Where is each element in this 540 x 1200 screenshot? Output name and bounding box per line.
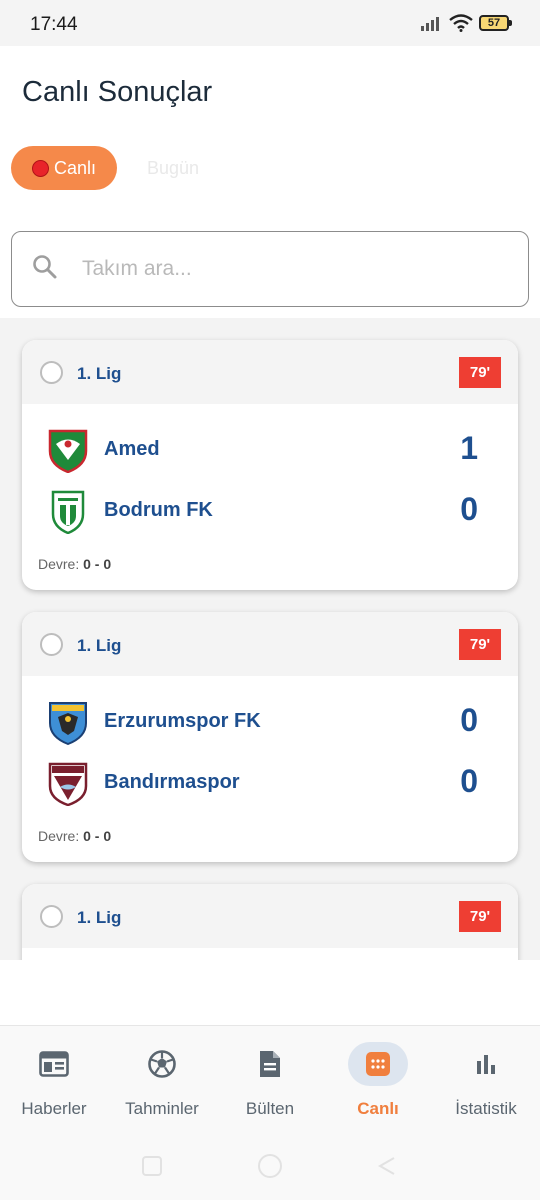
halftime-score: Devre: 0 - 0 <box>38 828 111 844</box>
live-dot-icon <box>31 159 49 177</box>
system-nav-bar <box>0 1140 540 1200</box>
tab-live-label: Canlı <box>53 157 97 178</box>
away-team-name: Bodrum FK <box>104 499 213 521</box>
soccer-ball-icon <box>148 1050 176 1078</box>
match-card-header: 1. Lig 79' <box>22 612 518 676</box>
live-grid-icon <box>366 1052 390 1076</box>
amed-logo-icon <box>48 429 88 473</box>
favorite-radio[interactable] <box>40 361 63 384</box>
news-icon <box>39 1051 69 1077</box>
status-time: 17:44 <box>30 14 78 35</box>
home-team-name: Erzurumspor FK <box>104 710 261 732</box>
home-team-name: Amed <box>104 438 160 460</box>
recents-icon[interactable] <box>140 1154 164 1178</box>
match-minute-badge: 79' <box>459 629 501 660</box>
team-row-home: Amed 1 <box>22 424 518 474</box>
match-card-header: 1. Lig 79' <box>22 884 518 948</box>
match-card[interactable]: 1. Lig 79' Erzurumspor FK 0 Bandırmaspor… <box>22 612 518 862</box>
league-name: 1. Lig <box>77 364 122 383</box>
favorite-radio[interactable] <box>40 633 63 656</box>
team-row-away: Bandırmaspor 0 <box>22 757 518 807</box>
home-icon[interactable] <box>256 1152 284 1180</box>
halftime-value: 0 - 0 <box>83 556 112 572</box>
team-row-home: Erzurumspor FK 0 <box>22 696 518 746</box>
away-team-score: 0 <box>460 763 478 799</box>
away-team-score: 0 <box>460 491 478 527</box>
battery-level: 57 <box>479 15 509 31</box>
nav-item-tahminler[interactable]: Tahminler <box>108 1026 216 1136</box>
wifi-icon <box>449 14 473 32</box>
document-icon <box>260 1051 280 1077</box>
nav-item-haberler[interactable]: Haberler <box>0 1026 108 1136</box>
nav-item-canli[interactable]: Canlı <box>324 1026 432 1136</box>
team-row-away: Bodrum FK 0 <box>22 485 518 535</box>
away-team-name: Bandırmaspor <box>104 771 240 793</box>
nav-item-istatistik[interactable]: İstatistik <box>432 1026 540 1136</box>
halftime-value: 0 - 0 <box>83 828 112 844</box>
halftime-label: Devre: <box>38 828 80 844</box>
erzurumspor-logo-icon <box>49 702 87 745</box>
nav-label: Haberler <box>21 1099 87 1118</box>
halftime-label: Devre: <box>38 556 80 572</box>
match-card[interactable]: 1. Lig 79' Amed 1 Bodrum FK 0 Devre: 0 -… <box>22 340 518 590</box>
tab-today-label: Bugün <box>146 157 200 178</box>
nav-item-bulten[interactable]: Bülten <box>216 1026 324 1136</box>
bodrum-fk-logo-icon <box>51 490 85 534</box>
bar-chart-icon <box>477 1055 495 1074</box>
match-card[interactable]: 1. Lig 79' <box>22 884 518 960</box>
match-minute-badge: 79' <box>459 357 501 388</box>
league-name: 1. Lig <box>77 636 122 655</box>
search-box[interactable] <box>11 231 529 307</box>
tab-today[interactable]: Bugün <box>130 146 216 190</box>
back-icon[interactable] <box>374 1154 398 1178</box>
nav-label: İstatistik <box>455 1099 517 1118</box>
match-card-header: 1. Lig 79' <box>22 340 518 404</box>
nav-label: Bülten <box>245 1099 295 1118</box>
league-name: 1. Lig <box>77 908 122 927</box>
status-bar: 17:44 57 <box>0 0 540 46</box>
match-list[interactable]: 1. Lig 79' Amed 1 Bodrum FK 0 Devre: 0 -… <box>0 318 540 960</box>
page-title: Canlı Sonuçlar <box>22 76 213 108</box>
search-icon <box>33 255 57 279</box>
bandirmaspor-logo-icon <box>48 762 88 806</box>
tab-live[interactable]: Canlı <box>11 146 117 190</box>
favorite-radio[interactable] <box>40 905 63 928</box>
halftime-score: Devre: 0 - 0 <box>38 556 111 572</box>
search-input[interactable] <box>82 250 502 288</box>
battery-icon: 57 <box>479 15 512 31</box>
match-minute-badge: 79' <box>459 901 501 932</box>
home-team-score: 0 <box>460 702 478 738</box>
nav-label: Tahminler <box>125 1099 199 1118</box>
signal-icon <box>421 17 439 31</box>
home-team-score: 1 <box>460 430 478 466</box>
status-icons: 57 <box>421 14 512 32</box>
nav-label: Canlı <box>357 1099 399 1118</box>
